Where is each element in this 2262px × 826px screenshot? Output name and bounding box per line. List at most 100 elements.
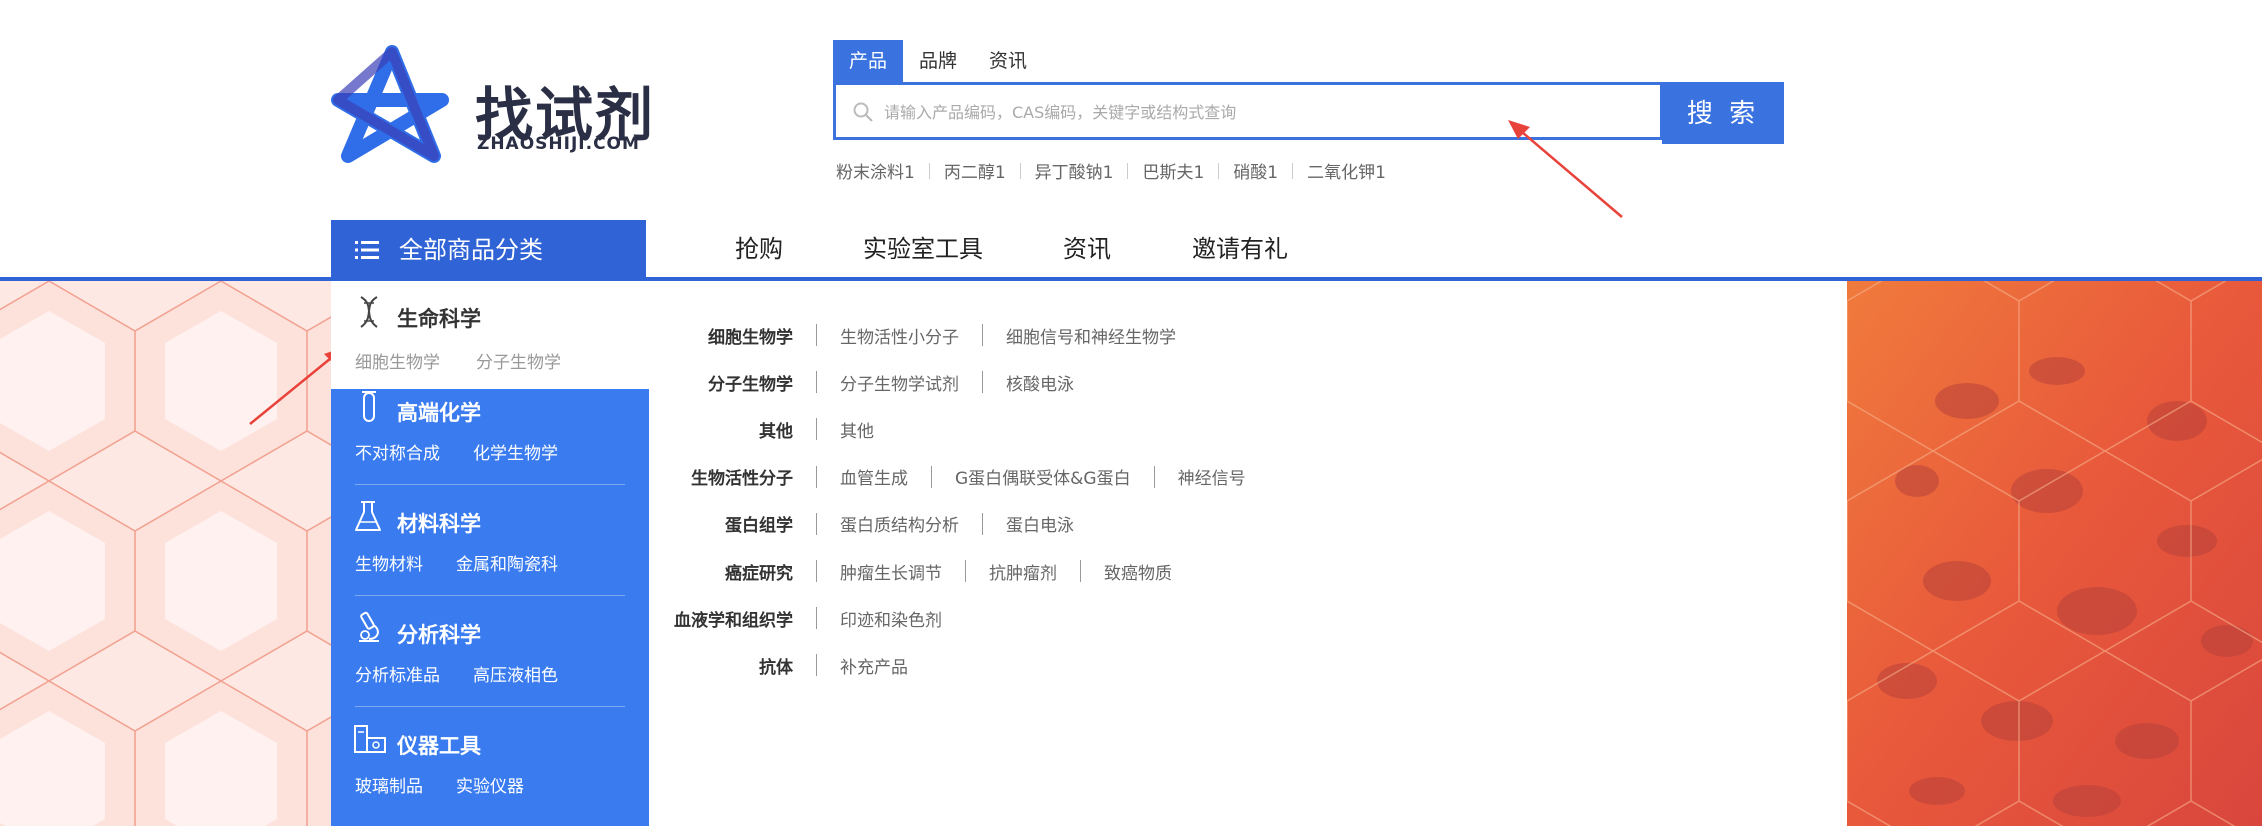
subcategory-row-label[interactable]: 抗体 xyxy=(649,653,793,678)
category-advanced-chemistry[interactable]: 高端化学 不对称合成 化学生物学 xyxy=(331,389,649,499)
all-categories-button[interactable]: 全部商品分类 xyxy=(331,220,646,280)
hot-word-link[interactable]: 丙二醇1 xyxy=(944,158,1006,183)
list-icon xyxy=(355,241,379,259)
subcategory-row: 癌症研究 肿瘤生长调节 抗肿瘤剂 致癌物质 xyxy=(649,556,1172,586)
row-separator xyxy=(982,512,983,535)
tab-news[interactable]: 资讯 xyxy=(973,40,1043,82)
row-separator xyxy=(982,324,983,346)
subcategory-link[interactable]: 生物材料 xyxy=(355,550,423,575)
search-button[interactable]: 搜 索 xyxy=(1662,82,1784,144)
hot-word-separator xyxy=(1292,162,1294,179)
subcategory-link[interactable]: 分子生物学 xyxy=(476,348,561,373)
subcategory-panel: 细胞生物学 生物活性小分子 细胞信号和神经生物学分子生物学 分子生物学试剂 核酸电泳其他… xyxy=(649,281,1847,826)
subcategory-link[interactable]: 实验仪器 xyxy=(456,772,524,797)
row-separator xyxy=(816,607,817,630)
hot-word-link[interactable]: 硝酸1 xyxy=(1233,158,1278,183)
site-logo[interactable]: 找试剂 ZHAOSHIJI.COM xyxy=(330,42,660,172)
subcategory-row-label[interactable]: 癌症研究 xyxy=(649,559,793,584)
row-separator xyxy=(931,465,932,488)
subcategory-link[interactable]: 细胞生物学 xyxy=(355,348,440,373)
subcategory-row: 抗体 补充产品 xyxy=(649,650,908,680)
row-separator xyxy=(816,560,817,582)
row-separator xyxy=(816,654,817,677)
subcategory-link[interactable]: 高压液相色 xyxy=(473,661,558,686)
subcategory-row-label[interactable]: 生物活性分子 xyxy=(649,464,793,489)
nav-item-lab-tools[interactable]: 实验室工具 xyxy=(863,226,983,272)
row-separator xyxy=(816,512,817,535)
subcategory-item-link[interactable]: G蛋白偶联受体&G蛋白 xyxy=(955,464,1131,489)
row-separator xyxy=(1080,560,1081,582)
hot-word-separator xyxy=(928,162,930,179)
hot-word-link[interactable]: 异丁酸钠1 xyxy=(1035,158,1114,183)
hot-word-separator xyxy=(1218,162,1220,179)
subcategory-row: 细胞生物学 生物活性小分子 细胞信号和神经生物学 xyxy=(649,320,1176,350)
instrument-icon xyxy=(354,725,386,753)
subcategory-link[interactable]: 不对称合成 xyxy=(355,439,440,464)
row-separator xyxy=(816,371,817,394)
category-title: 材料科学 xyxy=(397,512,481,536)
subcategory-row: 其他 其他 xyxy=(649,414,874,444)
category-title: 仪器工具 xyxy=(397,734,481,758)
category-title: 高端化学 xyxy=(397,401,481,425)
annotation-arrow-search xyxy=(1508,120,1623,218)
subcategory-row-label[interactable]: 分子生物学 xyxy=(649,370,793,395)
category-divider xyxy=(355,484,625,485)
subcategory-link[interactable]: 分析标准品 xyxy=(355,661,440,686)
subcategory-link[interactable]: 金属和陶瓷科 xyxy=(456,550,558,575)
category-analytical-science[interactable]: 分析科学 分析标准品 高压液相色 xyxy=(331,611,649,721)
hot-words: 粉末涂料1 丙二醇1 异丁酸钠1 巴斯夫1 硝酸1 二氧化钾1 xyxy=(836,158,1386,183)
all-categories-label: 全部商品分类 xyxy=(399,236,543,264)
subcategory-item-link[interactable]: 蛋白电泳 xyxy=(1006,511,1074,536)
category-sidebar: 生命科学 细胞生物学 分子生物学 高端化学 不对称合成 化学生物学 材料科学 生… xyxy=(331,281,649,826)
subcategory-item-link[interactable]: 其他 xyxy=(840,417,874,442)
dna-icon xyxy=(360,296,378,328)
subcategory-row-label[interactable]: 细胞生物学 xyxy=(649,323,793,348)
category-title: 生命科学 xyxy=(397,307,481,331)
subcategory-item-link[interactable]: 生物活性小分子 xyxy=(840,323,959,348)
banner-right-image xyxy=(1847,281,2262,826)
hot-word-link[interactable]: 粉末涂料1 xyxy=(836,158,915,183)
subcategory-link[interactable]: 玻璃制品 xyxy=(355,772,423,797)
subcategory-item-link[interactable]: 补充产品 xyxy=(840,653,908,678)
nav-item-flash-sale[interactable]: 抢购 xyxy=(735,226,783,272)
subcategory-item-link[interactable]: 印迹和染色剂 xyxy=(840,606,942,631)
subcategory-item-link[interactable]: 抗肿瘤剂 xyxy=(989,559,1057,584)
microscope-icon xyxy=(359,611,379,642)
category-title: 分析科学 xyxy=(397,623,481,647)
row-separator xyxy=(816,465,817,488)
subcategory-item-link[interactable]: 神经信号 xyxy=(1178,464,1246,489)
subcategory-item-link[interactable]: 致癌物质 xyxy=(1104,559,1172,584)
subcategory-row-label[interactable]: 蛋白组学 xyxy=(649,511,793,536)
subcategory-link[interactable]: 化学生物学 xyxy=(473,439,558,464)
category-materials-science[interactable]: 材料科学 生物材料 金属和陶瓷科 xyxy=(331,500,649,610)
logo-domain: ZHAOSHIJI.COM xyxy=(477,134,640,154)
category-divider xyxy=(355,706,625,707)
subcategory-row-label[interactable]: 其他 xyxy=(649,417,793,442)
subcategory-item-link[interactable]: 血管生成 xyxy=(840,464,908,489)
subcategory-item-link[interactable]: 蛋白质结构分析 xyxy=(840,511,959,536)
category-life-science[interactable]: 生命科学 细胞生物学 分子生物学 xyxy=(331,281,649,389)
subcategory-row: 蛋白组学 蛋白质结构分析 蛋白电泳 xyxy=(649,509,1074,539)
logo-star-icon xyxy=(331,45,449,163)
tab-brand[interactable]: 品牌 xyxy=(903,40,973,82)
nav-item-invite[interactable]: 邀请有礼 xyxy=(1192,226,1288,272)
subcategory-item-link[interactable]: 细胞信号和神经生物学 xyxy=(1006,323,1176,348)
subcategory-row: 血液学和组织学 印迹和染色剂 xyxy=(649,603,942,633)
subcategory-item-link[interactable]: 核酸电泳 xyxy=(1006,370,1074,395)
subcategory-item-link[interactable]: 分子生物学试剂 xyxy=(840,370,959,395)
subcategory-row-label[interactable]: 血液学和组织学 xyxy=(649,606,793,631)
hot-word-separator xyxy=(1019,162,1021,179)
hot-word-separator xyxy=(1127,162,1129,179)
subcategory-row: 分子生物学 分子生物学试剂 核酸电泳 xyxy=(649,367,1074,397)
test-tube-icon xyxy=(362,391,376,422)
subcategory-item-link[interactable]: 肿瘤生长调节 xyxy=(840,559,942,584)
search-icon xyxy=(853,102,873,122)
row-separator xyxy=(965,560,966,582)
row-separator xyxy=(1153,465,1155,488)
nav-item-news[interactable]: 资讯 xyxy=(1063,226,1111,272)
category-divider xyxy=(355,595,625,596)
category-instruments[interactable]: 仪器工具 玻璃制品 实验仪器 xyxy=(331,722,649,826)
hot-word-link[interactable]: 巴斯夫1 xyxy=(1142,158,1204,183)
hot-word-link[interactable]: 二氧化钾1 xyxy=(1307,158,1386,183)
tab-product[interactable]: 产品 xyxy=(833,40,904,82)
